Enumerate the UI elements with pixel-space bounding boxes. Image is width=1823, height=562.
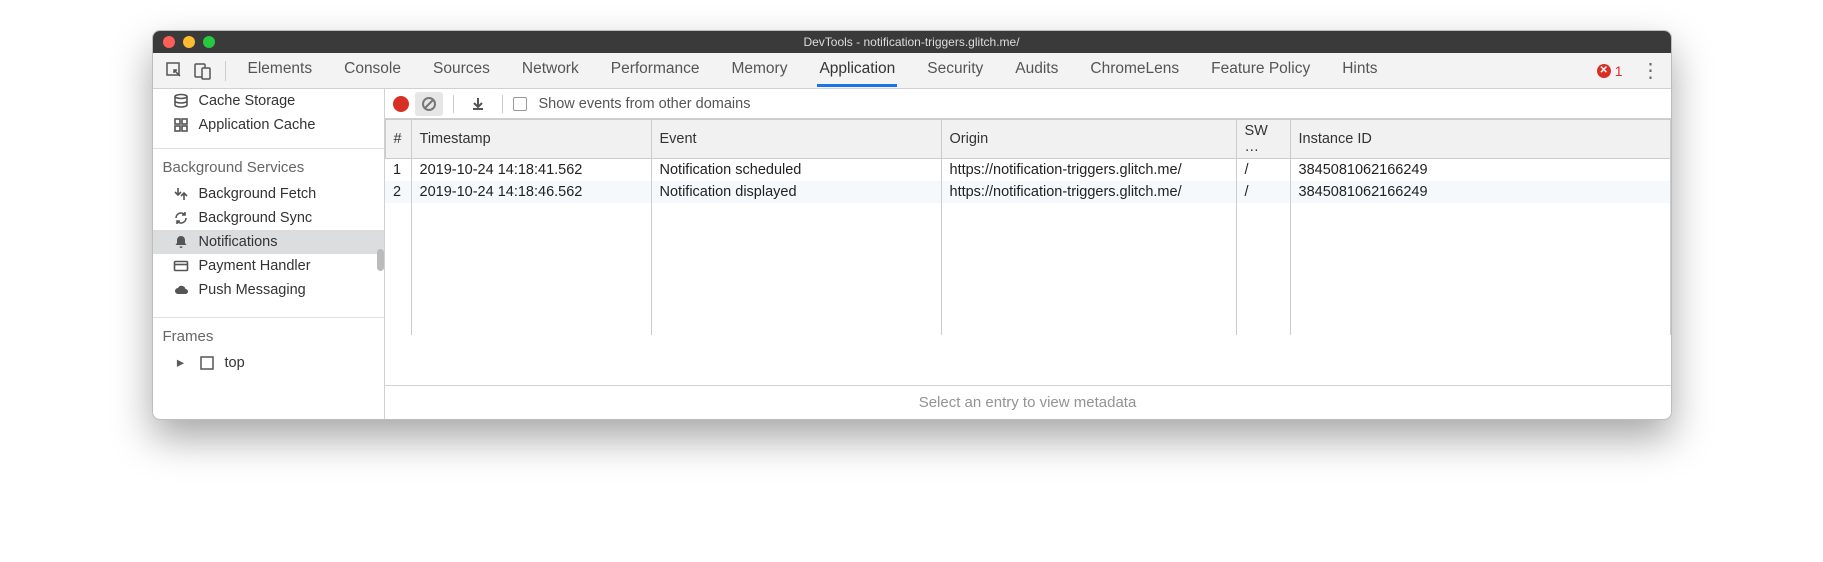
th-event[interactable]: Event (651, 120, 941, 159)
window-title: DevTools - notification-triggers.glitch.… (153, 35, 1671, 49)
tab-performance[interactable]: Performance (609, 54, 702, 87)
sidebar-section-label: Background Services (153, 153, 384, 182)
error-count: 1 (1615, 63, 1623, 79)
tab-network[interactable]: Network (520, 54, 581, 87)
metadata-hint: Select an entry to view metadata (385, 385, 1671, 419)
clear-button[interactable] (415, 92, 443, 116)
sidebar-item-label: Application Cache (199, 117, 316, 133)
frames-top-item[interactable]: ▸ top (153, 351, 384, 375)
sidebar-item-background-sync[interactable]: Background Sync (153, 206, 384, 230)
cell-sw: / (1236, 159, 1290, 182)
card-icon (173, 258, 189, 274)
devtools-window: DevTools - notification-triggers.glitch.… (152, 30, 1672, 420)
sidebar-item-label: Notifications (199, 234, 278, 250)
tab-elements[interactable]: Elements (246, 54, 315, 87)
cell-id: 3845081062166249 (1290, 181, 1670, 203)
sidebar-item-cache-storage[interactable]: Cache Storage (153, 89, 384, 113)
cloud-icon (173, 282, 189, 298)
tab-sources[interactable]: Sources (431, 54, 492, 87)
cell-ts: 2019-10-24 14:18:46.562 (411, 181, 651, 203)
th-sw-scope[interactable]: SW … (1236, 120, 1290, 159)
cell-ev: Notification displayed (651, 181, 941, 203)
device-toggle-icon[interactable] (189, 57, 217, 85)
tab-audits[interactable]: Audits (1013, 54, 1060, 87)
sidebar-item-label: Payment Handler (199, 258, 311, 274)
error-icon: ✕ (1597, 64, 1611, 78)
grid-icon (173, 117, 189, 133)
tab-feature-policy[interactable]: Feature Policy (1209, 54, 1312, 87)
tab-chromelens[interactable]: ChromeLens (1088, 54, 1181, 87)
titlebar: DevTools - notification-triggers.glitch.… (153, 31, 1671, 53)
inspect-icon[interactable] (161, 57, 189, 85)
th-instance[interactable]: Instance ID (1290, 120, 1670, 159)
sidebar-scrollbar[interactable] (377, 249, 384, 271)
frame-top-label: top (225, 355, 245, 371)
sidebar-item-application-cache[interactable]: Application Cache (153, 113, 384, 137)
cell-or: https://notification-triggers.glitch.me/ (941, 159, 1236, 182)
cell-n: 1 (385, 159, 411, 182)
cell-ev: Notification scheduled (651, 159, 941, 182)
sidebar-item-label: Push Messaging (199, 282, 306, 298)
more-menu-icon[interactable]: ⋮ (1639, 58, 1663, 83)
tab-security[interactable]: Security (925, 54, 985, 87)
sidebar-item-background-fetch[interactable]: Background Fetch (153, 182, 384, 206)
table-row[interactable]: 12019-10-24 14:18:41.562Notification sch… (385, 159, 1670, 182)
th-timestamp[interactable]: Timestamp (411, 120, 651, 159)
bell-icon (173, 234, 189, 250)
download-button[interactable] (464, 92, 492, 116)
th-index[interactable]: # (385, 120, 411, 159)
th-origin[interactable]: Origin (941, 120, 1236, 159)
tab-console[interactable]: Console (342, 54, 403, 87)
sidebar-item-label: Background Sync (199, 210, 313, 226)
sidebar-item-payment-handler[interactable]: Payment Handler (153, 254, 384, 278)
tabs-bar: Elements Console Sources Network Performance… (153, 53, 1671, 89)
db-icon (173, 93, 189, 109)
tab-memory[interactable]: Memory (729, 54, 789, 87)
sidebar-item-notifications[interactable]: Notifications (153, 230, 384, 254)
frame-icon (199, 355, 215, 371)
cell-sw: / (1236, 181, 1290, 203)
tab-hints[interactable]: Hints (1340, 54, 1379, 87)
error-badge[interactable]: ✕ 1 (1597, 63, 1623, 79)
sidebar: Cache Storage Application Cache Backgroun… (153, 89, 385, 419)
toolbar: Show events from other domains (385, 89, 1671, 119)
bgfetch-icon (173, 186, 189, 202)
sidebar-item-label: Background Fetch (199, 186, 317, 202)
sync-icon (173, 210, 189, 226)
show-other-domains-checkbox[interactable] (513, 97, 527, 111)
sidebar-item-push-messaging[interactable]: Push Messaging (153, 278, 384, 302)
record-button[interactable] (393, 96, 409, 112)
sidebar-section-frames: Frames (153, 322, 384, 351)
cell-ts: 2019-10-24 14:18:41.562 (411, 159, 651, 182)
tab-application[interactable]: Application (817, 54, 897, 87)
cell-id: 3845081062166249 (1290, 159, 1670, 182)
triangle-right-icon: ▸ (173, 355, 189, 371)
show-other-domains-label: Show events from other domains (539, 96, 751, 112)
cell-n: 2 (385, 181, 411, 203)
cell-or: https://notification-triggers.glitch.me/ (941, 181, 1236, 203)
table-row[interactable]: 22019-10-24 14:18:46.562Notification dis… (385, 181, 1670, 203)
sidebar-item-label: Cache Storage (199, 93, 296, 109)
events-table: # Timestamp Event Origin SW … Instance I… (385, 119, 1671, 385)
